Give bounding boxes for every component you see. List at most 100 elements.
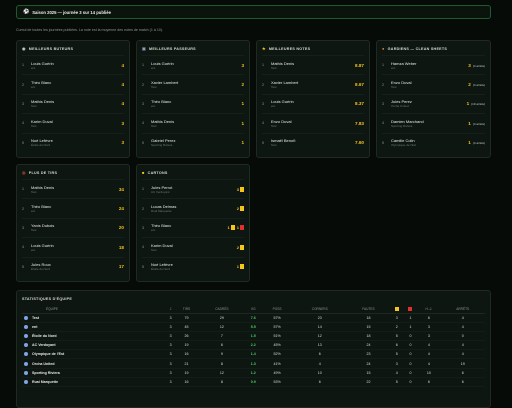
list-item[interactable]: 4 Enzo Duval Test 7.83 (262, 113, 364, 132)
table-cell: 5.5 (244, 322, 262, 332)
list-item[interactable]: 5 Jules Roux Étoile du Nord 17 (22, 256, 124, 276)
table-cell: 49% (261, 368, 293, 378)
list-item[interactable]: 1 Louis Guérin ent 3 (142, 55, 244, 74)
list-item[interactable]: 2 Lucas Delmas Rual Marquette 2 (142, 198, 244, 217)
table-row[interactable]: AC Verdoyant 3 19 6 2.2 45% 13 24 6 0 4 4 (22, 340, 485, 351)
table-cell: 0 (403, 377, 418, 388)
table-cell: 19 (440, 358, 485, 369)
list-item[interactable]: 1 Jules Perrot AC Verdoyant 3 (142, 179, 244, 198)
table-cell: 4 (417, 349, 441, 360)
list-item[interactable]: 4 Louis Guérin ent 18 (22, 237, 124, 256)
table-cell: 23 (347, 349, 390, 360)
team-crest-icon (24, 379, 28, 384)
list-item[interactable]: 2 Théo Blanc ent 4 (22, 74, 124, 93)
list-item[interactable]: 4 Mathis Denis Test 1 (142, 113, 244, 132)
table-row[interactable]: Sporting Riviera 3 19 12 1.2 49% 10 15 4 0 10 6 (22, 368, 485, 378)
season-banner: ⚽ Saison 2025 — journée 3 sur 14 publiée (16, 5, 491, 19)
team-stats-title: STATISTIQUES D'ÉQUIPE (22, 296, 73, 301)
team-name: ent (32, 324, 38, 329)
list-item[interactable]: 4 Karim Duval Test 2 (142, 237, 244, 256)
table-cell: 10 (292, 368, 348, 378)
table-cell: 3 (167, 340, 175, 351)
list-item[interactable]: 5 Camille Colin Olympique de l'Est 1 (4 arrê… (382, 132, 485, 152)
table-cell: 15 (347, 322, 390, 332)
table-cell: 6 (292, 377, 348, 388)
list-item[interactable]: 2 Enzo Duval Test 2 (4 arrêts) (382, 74, 485, 93)
table-row[interactable]: Orcha United 3 21 8 1.3 41% 4 24 3 0 4 19 (22, 358, 485, 369)
table-cell: 1.3 (244, 358, 262, 369)
table-cell: 21 (174, 358, 199, 369)
table-cell: 1 (403, 313, 418, 323)
team-stats-table: ÉQUIPE J TIRS CADRÉS XG POSS CORNERS FAU… (22, 305, 485, 388)
team-crest-icon (24, 333, 28, 338)
list-item[interactable]: 1 Louis Guérin ent 4 (22, 55, 124, 74)
table-cell: 6 (440, 368, 485, 378)
table-cell: 5 (389, 377, 404, 388)
table-cell: 3 (167, 377, 175, 388)
table-cell: 57% (261, 313, 293, 323)
table-cell: 23 (292, 313, 348, 323)
list-item[interactable]: 2 Théo Blanc ent 24 (22, 198, 124, 217)
list-item[interactable]: 3 Théo Blanc ent 1 1 (142, 217, 244, 237)
list-item[interactable]: 3 Yanis Dubois Test 20 (22, 217, 124, 237)
table-cell: 8 (198, 377, 245, 388)
team-name: Olympique de l'Est (32, 352, 65, 357)
table-cell: 79 (174, 313, 199, 323)
list-item[interactable]: 5 Gabriel Perez Sporting Riviera 1 (142, 132, 244, 152)
list-item[interactable]: 4 Karim Duval Test 3 (22, 113, 124, 132)
list-item[interactable]: 3 Louis Guérin ent 8.37 (262, 93, 364, 113)
card-icon: ■ (142, 170, 145, 175)
team-name: Sporting Riviera (32, 370, 60, 375)
list-item[interactable]: 3 Théo Blanc ent 1 (142, 93, 244, 113)
table-cell: 0 (440, 331, 485, 342)
table-cell: 3 (389, 358, 404, 369)
season-banner-text: Saison 2025 — journée 3 sur 14 publiée (32, 9, 111, 15)
list-item[interactable]: 1 Mathis Denis Test 34 (22, 179, 124, 198)
table-cell: 9 (198, 349, 245, 360)
table-cell: 1.5 (244, 331, 262, 342)
list-item[interactable]: 1 Hamza Weber ent 3 (4 arrêts) (382, 55, 485, 74)
table-cell: 19 (174, 368, 199, 378)
list-item[interactable]: 5 Noé Lefèvre Étoile du Nord 3 (22, 132, 124, 152)
list-item[interactable]: 4 Damien Marchand Sporting Riviera 1 (4 arrê… (382, 113, 485, 132)
table-row[interactable]: ent 3 45 12 5.5 57% 14 15 2 1 3 4 (22, 322, 485, 332)
table-cell: 1.4 (244, 349, 262, 360)
team-crest-icon (24, 352, 28, 357)
most-shots-card: ◎ PLUS DE TIRS 1 Mathis Denis Test 34 2 Théo … (16, 164, 130, 282)
list-item[interactable]: 1 Mathis Denis Test 8.87 (262, 55, 364, 74)
team-crest-icon (24, 361, 28, 366)
table-cell: 0 (403, 358, 418, 369)
team-name: Rual Marquette (32, 379, 58, 384)
table-row[interactable]: Test 3 79 29 7.6 57% 23 18 3 1 6 4 (22, 313, 485, 323)
table-cell: 3 (167, 331, 175, 342)
soccer-ball-icon: ⚽ (23, 9, 30, 15)
cards-card: ■ CARTONS 1 Jules Perrot AC Verdoyant 3 2 Luc… (136, 164, 250, 282)
table-cell: 16 (174, 349, 199, 360)
table-row[interactable]: Étoile du Nord 3 26 7 1.5 51% 12 18 5 0 3 0 (22, 331, 485, 342)
yellow-card-icon (240, 244, 244, 250)
table-cell: 12 (198, 368, 245, 378)
table-cell: 6 (440, 377, 485, 388)
table-cell: 6 (417, 313, 441, 323)
list-item[interactable]: 5 Noé Lefèvre Étoile du Nord 1 (142, 256, 244, 276)
list-item[interactable]: 5 Ismaël Benoît Test 7.60 (262, 132, 364, 152)
table-cell: 6 (292, 349, 348, 360)
table-row[interactable]: Olympique de l'Est 3 16 9 1.4 52% 6 23 5 0 4 4 (22, 349, 485, 360)
team-crest-icon (24, 343, 28, 348)
list-item[interactable]: 2 Xavier Lambert Test 8.67 (262, 74, 364, 93)
table-cell: 4 (417, 340, 441, 351)
table-cell: 2.2 (244, 340, 262, 351)
team-crest-icon (24, 370, 28, 375)
table-cell: 5 (389, 331, 404, 342)
yellow-card-icon (230, 225, 235, 231)
ball-icon: ◉ (22, 46, 26, 51)
table-cell: 51% (261, 331, 293, 342)
table-row[interactable]: Rual Marquette 3 16 8 0.9 53% 6 22 5 0 6 6 (22, 377, 485, 388)
table-cell: 6 (198, 340, 245, 351)
table-cell: 22 (347, 377, 390, 388)
table-cell: 10 (417, 368, 441, 378)
table-cell: 3 (417, 331, 441, 342)
list-item[interactable]: 2 Xavier Lambert Test 2 (142, 74, 244, 93)
list-item[interactable]: 3 Jules Perez Orcha United 1 (19 arrêts) (382, 93, 485, 113)
list-item[interactable]: 3 Mathis Denis Test 4 (22, 93, 124, 113)
